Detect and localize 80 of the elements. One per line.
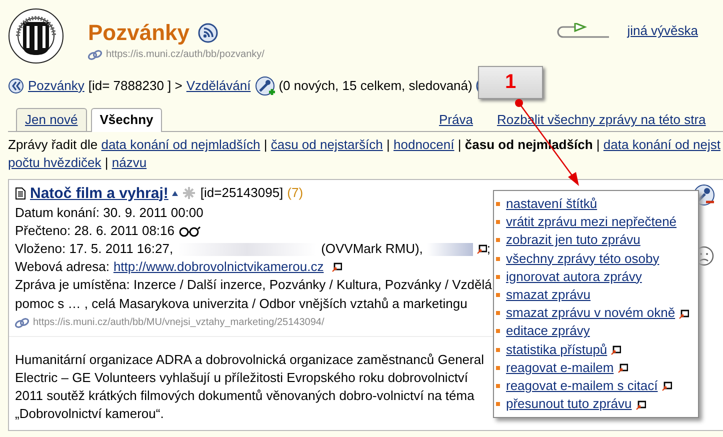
posted-info: Vloženo: 17. 5. 2011 16:27, [15, 240, 174, 258]
new-window-icon [618, 363, 628, 374]
rss-icon [198, 23, 218, 43]
wrench-plus-icon [254, 76, 275, 96]
sort-option[interactable]: hodnocení [394, 137, 454, 152]
menu-item[interactable]: statistika přístupů [506, 342, 608, 356]
bullet-icon [496, 311, 500, 316]
bullet-icon [496, 402, 500, 406]
separator: | [596, 137, 600, 152]
caret-icon [172, 190, 178, 196]
glasses-icon [178, 224, 200, 237]
tab[interactable]: Všechny [90, 108, 162, 132]
bullet-icon [496, 292, 500, 297]
sort-label: Zprávy řadit dle [8, 137, 98, 152]
separator: | [458, 137, 462, 152]
bullet-icon [496, 384, 500, 388]
menu-item[interactable]: přesunout tuto zprávu [506, 396, 632, 412]
menu-item[interactable]: smazat zprávu v novém okně [506, 305, 676, 320]
sort-option[interactable]: názvu [112, 155, 147, 170]
menu-item[interactable]: reagovat e-mailem [506, 360, 614, 375]
separator: | [386, 137, 390, 152]
new-window-icon [636, 400, 646, 410]
reply-count: (7) [287, 184, 304, 202]
new-window-icon [476, 244, 487, 254]
board-url: https://is.muni.cz/auth/bb/pozvanky/ [106, 48, 264, 62]
sort-option[interactable]: data konání od nejmladších [101, 137, 260, 152]
university-logo [8, 6, 64, 66]
message-body: Humanitární organizace ADRA a dobrovolnická organizace zaměstnanců General Electric – GE Volunteers vyhlašují u příležitosti Evropského roku dobrovolnictví 2011 soutěž krátkých filmových dokumentů věnovaných dobro-volnictví na téma „Dobrovolnictví kamerou“. [15, 350, 485, 424]
sort-option[interactable]: počtu hvězdiček [8, 155, 102, 170]
message-title[interactable]: Natoč film a vyhraj! [30, 182, 168, 204]
menu-item[interactable]: reagovat e-mailem s citací [506, 378, 658, 393]
link-icon [88, 50, 102, 60]
link-icon [15, 318, 29, 328]
menu-item[interactable]: nastavení štítků [506, 195, 692, 214]
menu-item[interactable]: všechny zprávy této osoby [506, 250, 692, 268]
board-stats: (0 nových, 15 celkem, sledovaná) [278, 76, 472, 95]
web-label: Webová adresa: [15, 258, 110, 276]
breadcrumb-link[interactable]: Vzdělávání [186, 76, 251, 96]
message-id: [id=25143095] [200, 184, 284, 202]
web-link[interactable]: http://www.dobrovolnictvikamerou.cz [113, 258, 324, 276]
sort-option[interactable]: data konání od nejst [603, 137, 720, 152]
breadcrumb-link[interactable]: Pozvánky [28, 76, 84, 96]
bullet-icon [496, 238, 500, 242]
menu-item[interactable]: smazat zprávu [506, 286, 692, 304]
placement-text: pomoc s … , celá Masarykova univerzita / Odbor vnějších vztahů a marketingu [15, 294, 468, 313]
bullet-icon [496, 274, 500, 279]
redacted-text [426, 242, 473, 256]
board-title: Pozvánky [88, 22, 190, 44]
tab[interactable]: Jen nové [16, 108, 87, 132]
bullet-icon [496, 348, 500, 352]
other-board-link[interactable]: jiná vývěska [627, 22, 698, 40]
menu-item[interactable]: zobrazit jen tuto zprávu [506, 231, 692, 250]
new-window-icon [611, 345, 622, 356]
bullet-icon [496, 220, 500, 224]
new-window-icon [679, 308, 690, 319]
callout-box: 1 [478, 66, 543, 99]
sort-option[interactable]: času od nejstarších [270, 137, 383, 152]
author-org: (OVVMark RMU), [321, 240, 423, 258]
placement-text: Zpráva je umístěna: Inzerce / Další inzerce, Pozvánky / Kultura, Pozvánky / Vzdělá [15, 276, 492, 294]
message-url: https://is.muni.cz/auth/bb/MU/vnejsi_vztahy_marketing/25143094/ [33, 316, 324, 330]
separator: | [264, 137, 268, 152]
menu-item[interactable]: vrátit zprávu mezi nepřečtené [506, 213, 692, 232]
action-link[interactable]: Práva [439, 111, 473, 130]
document-icon [15, 186, 26, 200]
return-arrow-icon [555, 23, 612, 40]
separator: | [104, 155, 108, 170]
bullet-icon [496, 202, 500, 206]
read-date: Přečteno: 28. 6. 2011 08:16 [15, 222, 174, 240]
breadcrumb-id: [id= 7888230 ] > [88, 76, 182, 95]
bullet-icon [496, 329, 500, 334]
new-window-icon [662, 381, 672, 392]
back-icon [8, 78, 24, 94]
punctuation: ; [486, 240, 491, 258]
menu-item[interactable]: ignorovat autora zprávy [506, 268, 692, 286]
snowflake-icon [182, 186, 196, 200]
menu-item[interactable]: editace zprávy [506, 322, 692, 340]
event-date: Datum konání: 30. 9. 2011 00:00 [15, 204, 204, 222]
bullet-icon [496, 256, 500, 261]
new-window-icon [332, 262, 342, 272]
bullet-icon [496, 366, 500, 370]
